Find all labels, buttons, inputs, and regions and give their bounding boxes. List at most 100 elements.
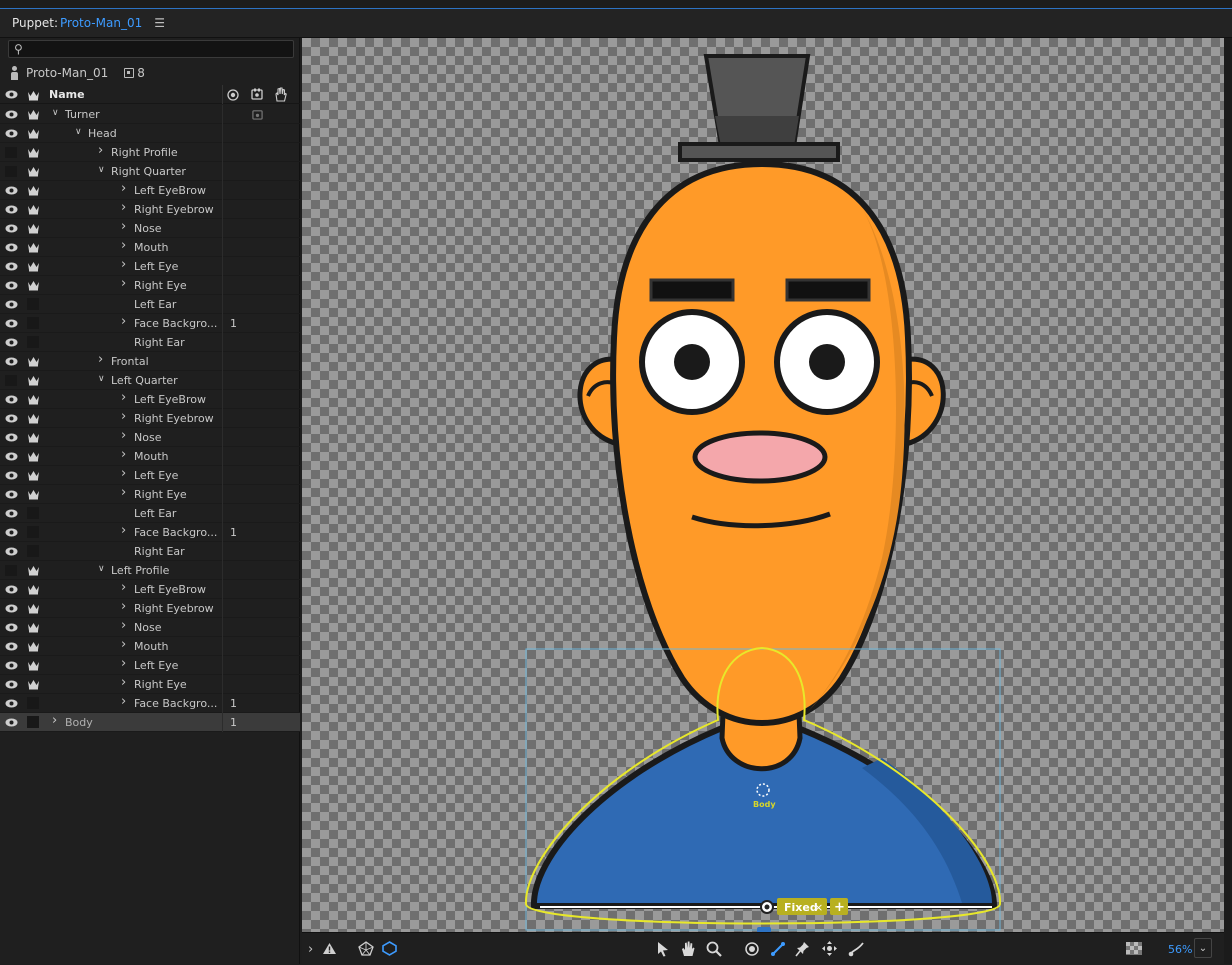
independence-crown-icon[interactable] <box>27 450 40 462</box>
pin-tool-icon[interactable] <box>795 941 810 957</box>
layer-row[interactable]: Right Ear <box>0 542 300 561</box>
chevron-right-icon[interactable]: › <box>121 599 126 614</box>
stick-tool-icon[interactable] <box>770 941 786 957</box>
fixed-tag-close-icon[interactable]: × <box>814 901 823 914</box>
visibility-eye-icon[interactable] <box>5 509 18 518</box>
chevron-right-icon[interactable]: › <box>121 390 126 405</box>
independence-crown-icon[interactable] <box>27 165 40 177</box>
visibility-eye-icon[interactable] <box>5 547 18 556</box>
independence-crown-icon[interactable] <box>27 374 40 386</box>
independence-crown-icon[interactable] <box>27 583 40 595</box>
layer-row[interactable]: › Left EyeBrow <box>0 580 300 599</box>
expand-chevron-icon[interactable]: › <box>308 940 313 958</box>
record-column-icon[interactable] <box>251 88 263 100</box>
chevron-right-icon[interactable]: › <box>121 447 126 462</box>
warning-icon[interactable] <box>322 942 337 955</box>
zoom-dropdown-icon[interactable]: ⌄ <box>1194 938 1212 958</box>
chevron-right-icon[interactable]: › <box>121 181 126 196</box>
visibility-eye-icon[interactable] <box>5 262 18 271</box>
visibility-eye-icon[interactable] <box>5 680 18 689</box>
crown-header-icon[interactable] <box>27 89 40 101</box>
layer-row[interactable]: ∨ Left Quarter <box>0 371 300 390</box>
dragger-tool-icon[interactable] <box>821 940 838 957</box>
layer-row[interactable]: ∨ Left Profile <box>0 561 300 580</box>
chevron-right-icon[interactable]: › <box>121 580 126 595</box>
chevron-down-icon[interactable]: ∨ <box>98 165 105 175</box>
visibility-eye-icon[interactable] <box>5 414 18 423</box>
visibility-header-icon[interactable] <box>5 90 18 99</box>
visibility-eye-icon[interactable] <box>5 604 18 613</box>
chevron-down-icon[interactable]: ∨ <box>52 108 59 118</box>
origin-handle-icon[interactable] <box>745 942 759 956</box>
independence-toggle[interactable] <box>27 336 39 348</box>
visibility-eye-icon[interactable] <box>5 357 18 366</box>
layer-row[interactable]: › Right Profile <box>0 143 300 162</box>
visibility-eye-icon[interactable] <box>5 718 18 727</box>
layer-row[interactable]: › Right Eye <box>0 276 300 295</box>
layer-row[interactable]: › Nose <box>0 618 300 637</box>
visibility-eye-icon[interactable] <box>5 224 18 233</box>
chevron-right-icon[interactable]: › <box>121 219 126 234</box>
independence-toggle[interactable] <box>27 716 39 728</box>
independence-crown-icon[interactable] <box>27 355 40 367</box>
chevron-right-icon[interactable]: › <box>52 713 57 728</box>
layer-row[interactable]: › Frontal <box>0 352 300 371</box>
layer-row[interactable]: Right Ear <box>0 333 300 352</box>
mesh-toggle-icon[interactable] <box>358 941 374 956</box>
layer-row[interactable]: Left Ear <box>0 295 300 314</box>
record-icon[interactable] <box>252 109 263 123</box>
independence-crown-icon[interactable] <box>27 412 40 424</box>
layer-row[interactable]: › Right Eye <box>0 675 300 694</box>
independence-crown-icon[interactable] <box>27 621 40 633</box>
layer-row[interactable]: ∨ Right Quarter <box>0 162 300 181</box>
visibility-eye-icon[interactable] <box>5 471 18 480</box>
visibility-eye-icon[interactable] <box>5 661 18 670</box>
scene-canvas[interactable]: Fixed × + Body <box>302 38 1224 932</box>
chevron-right-icon[interactable]: › <box>121 276 126 291</box>
independence-crown-icon[interactable] <box>27 260 40 272</box>
visibility-toggle[interactable] <box>5 565 17 576</box>
chevron-right-icon[interactable]: › <box>121 485 126 500</box>
layer-row[interactable]: › Face Backgro... 1 <box>0 314 300 333</box>
independence-crown-icon[interactable] <box>27 564 40 576</box>
independence-toggle[interactable] <box>27 507 39 519</box>
independence-crown-icon[interactable] <box>27 184 40 196</box>
visibility-eye-icon[interactable] <box>5 319 18 328</box>
layer-row[interactable]: › Right Eyebrow <box>0 409 300 428</box>
origin-column-icon[interactable] <box>227 89 239 101</box>
independence-toggle[interactable] <box>27 545 39 557</box>
visibility-eye-icon[interactable] <box>5 452 18 461</box>
layer-row[interactable]: Left Ear <box>0 504 300 523</box>
visibility-eye-icon[interactable] <box>5 433 18 442</box>
independence-crown-icon[interactable] <box>27 469 40 481</box>
chevron-right-icon[interactable]: › <box>98 352 103 367</box>
chevron-right-icon[interactable]: › <box>121 409 126 424</box>
layer-row[interactable]: › Left Eye <box>0 257 300 276</box>
visibility-eye-icon[interactable] <box>5 110 18 119</box>
visibility-eye-icon[interactable] <box>5 528 18 537</box>
visibility-eye-icon[interactable] <box>5 186 18 195</box>
search-input[interactable]: ⚲ <box>8 40 294 58</box>
chevron-down-icon[interactable]: ∨ <box>98 564 105 574</box>
chevron-right-icon[interactable]: › <box>121 314 126 329</box>
independence-crown-icon[interactable] <box>27 431 40 443</box>
layer-row[interactable]: › Left EyeBrow <box>0 181 300 200</box>
hand-column-icon[interactable] <box>274 87 287 102</box>
independence-crown-icon[interactable] <box>27 678 40 690</box>
independence-toggle[interactable] <box>27 298 39 310</box>
layer-row[interactable]: › Face Backgro... 1 <box>0 523 300 542</box>
chevron-right-icon[interactable]: › <box>121 618 126 633</box>
visibility-toggle[interactable] <box>5 375 17 386</box>
layer-row[interactable]: › Left Eye <box>0 656 300 675</box>
independence-crown-icon[interactable] <box>27 146 40 158</box>
hamburger-menu-icon[interactable]: ☰ <box>154 16 165 30</box>
independence-crown-icon[interactable] <box>27 393 40 405</box>
name-column-header[interactable]: Name <box>49 88 85 101</box>
chevron-right-icon[interactable]: › <box>121 257 126 272</box>
layer-row[interactable]: › Face Backgro... 1 <box>0 694 300 713</box>
zoom-level[interactable]: 56% <box>1168 940 1192 958</box>
chevron-right-icon[interactable]: › <box>121 523 126 538</box>
zoom-tool-icon[interactable] <box>706 941 722 957</box>
layer-row[interactable]: ∨ Turner <box>0 105 300 124</box>
chevron-down-icon[interactable]: ∨ <box>98 374 105 384</box>
